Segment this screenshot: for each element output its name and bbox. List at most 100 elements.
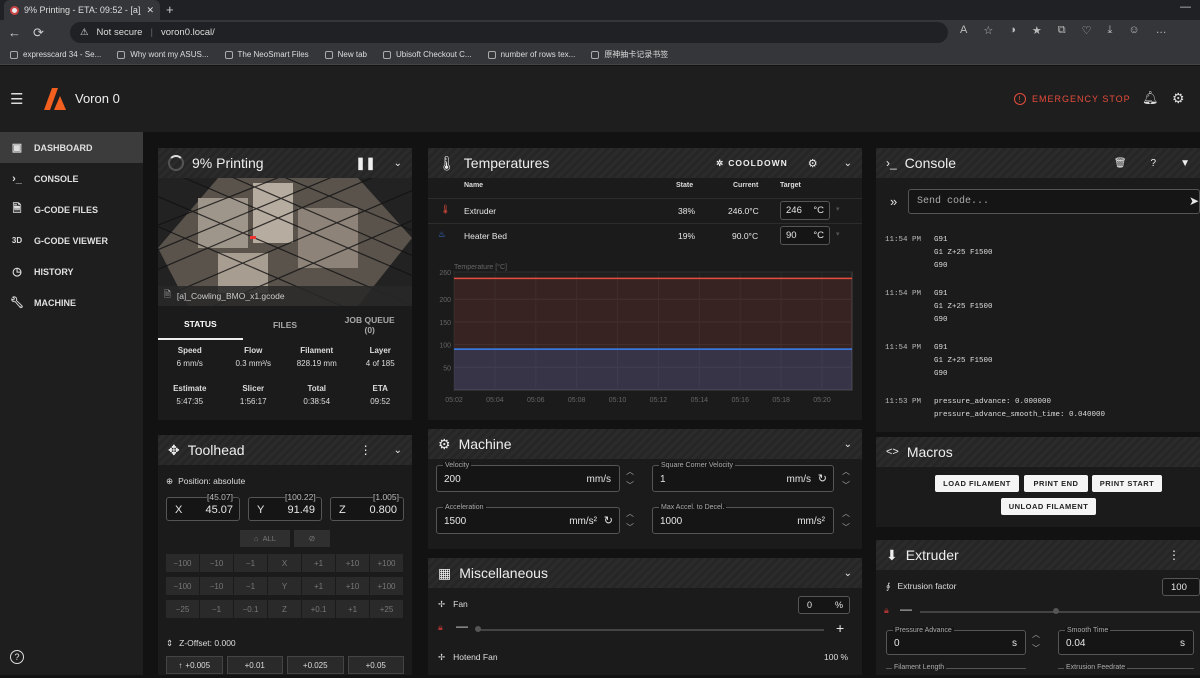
close-tab-icon[interactable]: ✕ bbox=[146, 5, 154, 16]
decel-stepper-icon[interactable]: ︿ ﹀ bbox=[842, 507, 850, 535]
axis-y-field[interactable]: [100.22] Y 91.49 bbox=[248, 492, 322, 521]
axis-x-field[interactable]: [45.07] X 45.07 bbox=[166, 492, 240, 521]
fan-slider[interactable] bbox=[476, 629, 824, 631]
fan-decrease-button[interactable]: — bbox=[456, 619, 468, 633]
bookmark-item[interactable]: 原神抽卡记录书签 bbox=[591, 49, 668, 60]
filament-length-field[interactable]: Filament Length bbox=[886, 664, 1026, 678]
filter-icon[interactable]: ▼ bbox=[1180, 158, 1190, 169]
accel-to-decel-input[interactable]: Max Accel. to Decel. 1000 mm/s² bbox=[652, 504, 834, 534]
console-input[interactable]: Send code... ➤ bbox=[908, 189, 1200, 214]
jog-button[interactable]: −10 bbox=[200, 577, 234, 595]
bed-target-input[interactable]: 90 °C bbox=[780, 226, 830, 245]
favorites-icon[interactable]: ★ bbox=[1032, 24, 1042, 37]
z-offset-button[interactable]: ↑ +0.005 bbox=[166, 656, 223, 674]
more-vert-icon[interactable]: ⋮ bbox=[360, 443, 372, 457]
tab-status[interactable]: STATUS bbox=[158, 310, 243, 340]
print-start-button[interactable]: PRINT START bbox=[1092, 475, 1162, 492]
sidebar-item-dashboard[interactable]: ▣ DASHBOARD bbox=[0, 132, 143, 163]
bookmark-item[interactable]: New tab bbox=[324, 50, 367, 59]
home-all-button[interactable]: ⌂ ALL bbox=[240, 530, 290, 547]
chevron-down-icon[interactable]: ⌄ bbox=[844, 568, 852, 579]
read-aloud-icon[interactable]: A bbox=[960, 24, 967, 37]
print-end-button[interactable]: PRINT END bbox=[1024, 475, 1088, 492]
extrusion-feedrate-field[interactable]: Extrusion Feedrate bbox=[1058, 664, 1194, 678]
extrusion-decrease-button[interactable]: — bbox=[900, 602, 912, 616]
lock-icon[interactable]: 🔒︎ bbox=[884, 605, 889, 616]
acceleration-stepper-icon[interactable]: ︿ ﹀ bbox=[626, 507, 634, 535]
jog-button[interactable]: +1 bbox=[302, 554, 336, 572]
jog-button[interactable]: −1 bbox=[234, 554, 268, 572]
sidebar-item-history[interactable]: ◷ HISTORY bbox=[0, 256, 143, 287]
download-icon[interactable]: ⤓ bbox=[1107, 24, 1112, 37]
pa-stepper-icon[interactable]: ︿ ﹀ bbox=[1032, 628, 1040, 656]
cooldown-button[interactable]: ✲ COOLDOWN bbox=[716, 158, 788, 169]
z-offset-button[interactable]: +0.05 bbox=[347, 656, 404, 674]
extrusion-slider[interactable] bbox=[920, 611, 1200, 613]
sidebar-item-gcode-files[interactable]: 🗎︎ G-CODE FILES bbox=[0, 194, 143, 225]
sidebar-item-gcode-viewer[interactable]: 3D G-CODE VIEWER bbox=[0, 225, 143, 256]
profile-icon[interactable]: ☺ bbox=[1128, 24, 1139, 37]
jog-button[interactable]: +25 bbox=[370, 600, 404, 618]
chevron-down-icon[interactable]: ⌄ bbox=[394, 445, 402, 456]
settings-icon[interactable]: ⚙ bbox=[808, 157, 818, 170]
jog-button[interactable]: +10 bbox=[336, 577, 370, 595]
bookmark-item[interactable]: number of rows tex... bbox=[487, 50, 575, 59]
send-icon[interactable]: ➤ bbox=[1189, 194, 1199, 208]
collections-icon[interactable]: ⧉ bbox=[1058, 24, 1066, 37]
trash-icon[interactable]: 🗑︎ bbox=[1114, 158, 1127, 169]
jog-button[interactable]: −0.1 bbox=[234, 600, 268, 618]
jog-button[interactable]: +1 bbox=[302, 577, 336, 595]
extrusion-factor-input[interactable]: 100 bbox=[1162, 578, 1200, 596]
settings-gear-icon[interactable]: ⚙ bbox=[1172, 90, 1185, 107]
reset-icon[interactable]: ↻ bbox=[818, 472, 827, 485]
jog-button[interactable]: −10 bbox=[200, 554, 234, 572]
bookmark-item[interactable]: The NeoSmart Files bbox=[224, 50, 309, 59]
bookmark-item[interactable]: Why wont my ASUS... bbox=[117, 50, 209, 59]
jog-button[interactable]: +100 bbox=[370, 554, 404, 572]
address-bar[interactable]: ⚠ Not secure | voron0.local/ bbox=[70, 22, 948, 43]
bookmark-item[interactable]: expresscard 34 - Se... bbox=[10, 50, 101, 59]
jog-button[interactable]: −1 bbox=[200, 600, 234, 618]
reset-icon[interactable]: ↻ bbox=[604, 514, 613, 527]
sidebar-item-machine[interactable]: 🔧︎ MACHINE bbox=[0, 287, 143, 318]
pause-icon[interactable]: ❚❚ bbox=[356, 156, 376, 170]
jog-button[interactable]: −1 bbox=[234, 577, 268, 595]
notification-bell-icon[interactable]: 🔔︎ bbox=[1142, 90, 1159, 106]
lock-icon[interactable]: 🔒︎ bbox=[438, 622, 443, 633]
pressure-advance-input[interactable]: Pressure Advance 0 s bbox=[886, 627, 1026, 655]
load-filament-button[interactable]: LOAD FILAMENT bbox=[935, 475, 1019, 492]
chevron-down-icon[interactable]: ⌄ bbox=[394, 158, 402, 169]
favorite-icon[interactable]: ☆ bbox=[983, 24, 993, 37]
help-icon[interactable]: ? bbox=[10, 650, 24, 664]
dropdown-icon[interactable]: ▾ bbox=[836, 230, 840, 238]
new-tab-icon[interactable]: + bbox=[166, 2, 174, 17]
jog-button[interactable]: +100 bbox=[370, 577, 404, 595]
jog-button[interactable]: +0.1 bbox=[302, 600, 336, 618]
jog-button[interactable]: +10 bbox=[336, 554, 370, 572]
acceleration-input[interactable]: Acceleration 1500 mm/s² ↻ bbox=[436, 504, 620, 534]
hamburger-menu-icon[interactable]: ☰ bbox=[10, 90, 23, 108]
scv-input[interactable]: Square Corner Velocity 1 mm/s ↻ bbox=[652, 462, 834, 492]
reload-icon[interactable]: ⟳ bbox=[33, 25, 44, 41]
tab-files[interactable]: FILES bbox=[243, 310, 328, 340]
jog-button[interactable]: −100 bbox=[166, 554, 200, 572]
axis-z-field[interactable]: [1.005] Z 0.800 bbox=[330, 492, 404, 521]
scv-stepper-icon[interactable]: ︿ ﹀ bbox=[842, 465, 850, 493]
fan-speed-input[interactable]: 0% bbox=[798, 596, 850, 614]
jog-button[interactable]: −100 bbox=[166, 577, 200, 595]
velocity-input[interactable]: Velocity 200 mm/s bbox=[436, 462, 620, 492]
smooth-time-input[interactable]: Smooth Time 0.04 s bbox=[1058, 627, 1194, 655]
fan-slider-thumb[interactable] bbox=[475, 626, 481, 632]
emergency-stop-button[interactable]: ! EMERGENCY STOP bbox=[1014, 93, 1131, 105]
chevron-down-icon[interactable]: ⌄ bbox=[844, 439, 852, 450]
help-icon[interactable]: ? bbox=[1151, 158, 1157, 169]
extrusion-slider-thumb[interactable] bbox=[1053, 608, 1059, 614]
z-offset-button[interactable]: +0.025 bbox=[287, 656, 344, 674]
window-minimize-icon[interactable]: — bbox=[1180, 1, 1191, 13]
chevron-down-icon[interactable]: ⌄ bbox=[844, 158, 852, 169]
extruder-target-input[interactable]: 246 °C bbox=[780, 201, 830, 220]
browser-essentials-icon[interactable]: ♡ bbox=[1082, 24, 1092, 37]
z-offset-button[interactable]: +0.01 bbox=[226, 656, 283, 674]
fan-increase-button[interactable]: + bbox=[836, 620, 844, 636]
tab-job-queue[interactable]: JOB QUEUE (0) bbox=[327, 310, 412, 340]
